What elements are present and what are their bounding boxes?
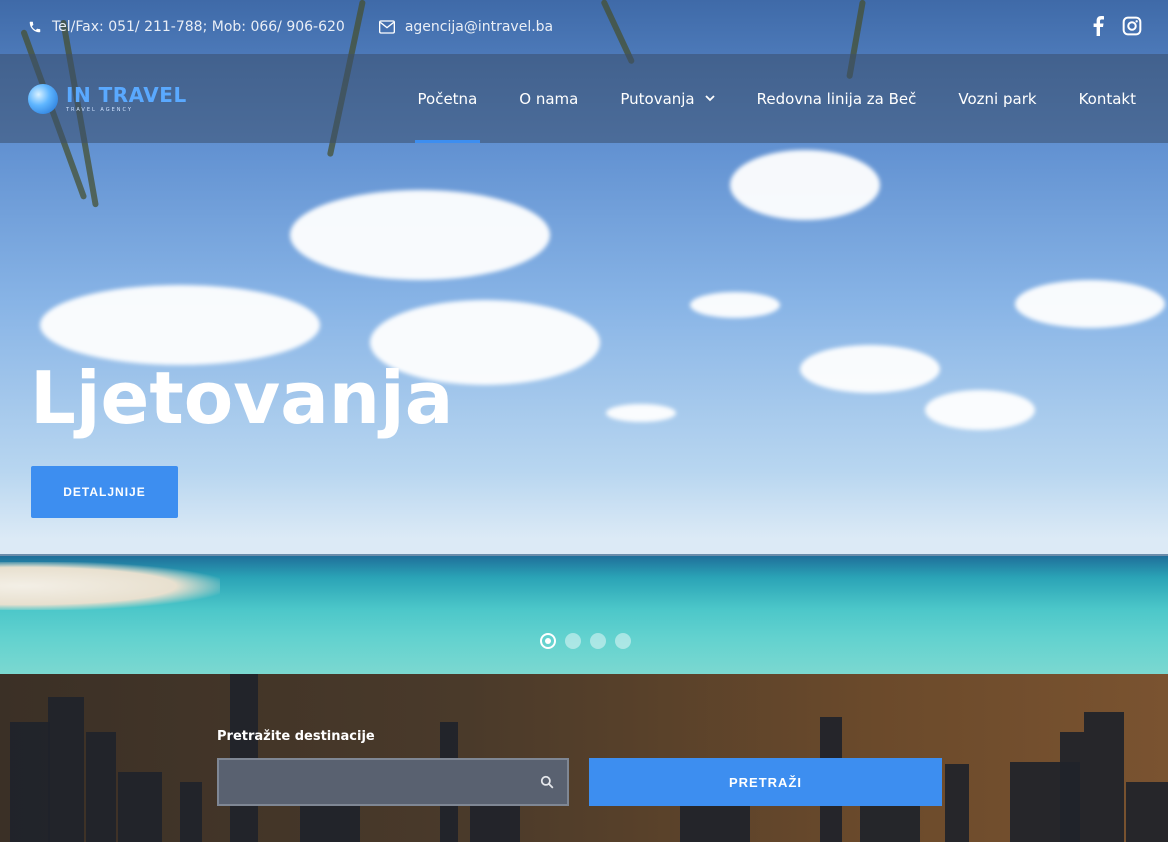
envelope-icon bbox=[378, 20, 395, 34]
destination-search-input[interactable] bbox=[219, 760, 527, 804]
details-button[interactable]: DETALJNIJE bbox=[31, 466, 178, 518]
slider-pagination bbox=[540, 633, 631, 649]
globe-logo-icon bbox=[28, 84, 58, 114]
top-contact-bar: Tel/Fax: 051/ 211-788; Mob: 066/ 906-620… bbox=[0, 0, 1168, 54]
search-label: Pretražite destinacije bbox=[217, 729, 375, 744]
nav-item-o-nama[interactable]: O nama bbox=[519, 54, 578, 143]
nav-item-vozni-park[interactable]: Vozni park bbox=[958, 54, 1036, 143]
logo-name: IN TRAVEL bbox=[66, 83, 187, 107]
search-icon[interactable] bbox=[527, 775, 567, 789]
nav-item-pocetna[interactable]: Početna bbox=[414, 54, 481, 143]
slider-dot-4[interactable] bbox=[615, 633, 631, 649]
search-field-wrapper bbox=[217, 758, 569, 806]
primary-nav: Početna O nama Putovanja Redovna linija … bbox=[376, 54, 1136, 143]
facebook-icon[interactable] bbox=[1092, 16, 1104, 36]
nav-item-redovna-linija[interactable]: Redovna linija za Beč bbox=[757, 54, 917, 143]
email-text[interactable]: agencija@intravel.ba bbox=[405, 19, 553, 35]
phone-icon bbox=[28, 20, 42, 34]
email-contact[interactable]: agencija@intravel.ba bbox=[378, 19, 553, 35]
slider-dot-2[interactable] bbox=[565, 633, 581, 649]
instagram-icon[interactable] bbox=[1122, 16, 1142, 36]
logo-tagline: TRAVEL AGENCY bbox=[66, 107, 133, 113]
destination-search-section: Pretražite destinacije PRETRAŽI bbox=[0, 674, 1168, 842]
hero-title: Ljetovanja bbox=[30, 356, 454, 440]
phone-contact: Tel/Fax: 051/ 211-788; Mob: 066/ 906-620 bbox=[28, 19, 345, 35]
nav-item-putovanja[interactable]: Putovanja bbox=[620, 54, 715, 143]
slider-dot-1[interactable] bbox=[540, 633, 556, 649]
main-navbar: IN TRAVEL TRAVEL AGENCY Početna O nama P… bbox=[0, 54, 1168, 143]
nav-item-kontakt[interactable]: Kontakt bbox=[1079, 54, 1136, 143]
chevron-down-icon bbox=[705, 95, 715, 102]
slider-dot-3[interactable] bbox=[590, 633, 606, 649]
phone-text: Tel/Fax: 051/ 211-788; Mob: 066/ 906-620 bbox=[52, 19, 345, 35]
social-links bbox=[1092, 16, 1142, 36]
site-logo[interactable]: IN TRAVEL TRAVEL AGENCY bbox=[28, 84, 187, 114]
search-button[interactable]: PRETRAŽI bbox=[589, 758, 942, 806]
